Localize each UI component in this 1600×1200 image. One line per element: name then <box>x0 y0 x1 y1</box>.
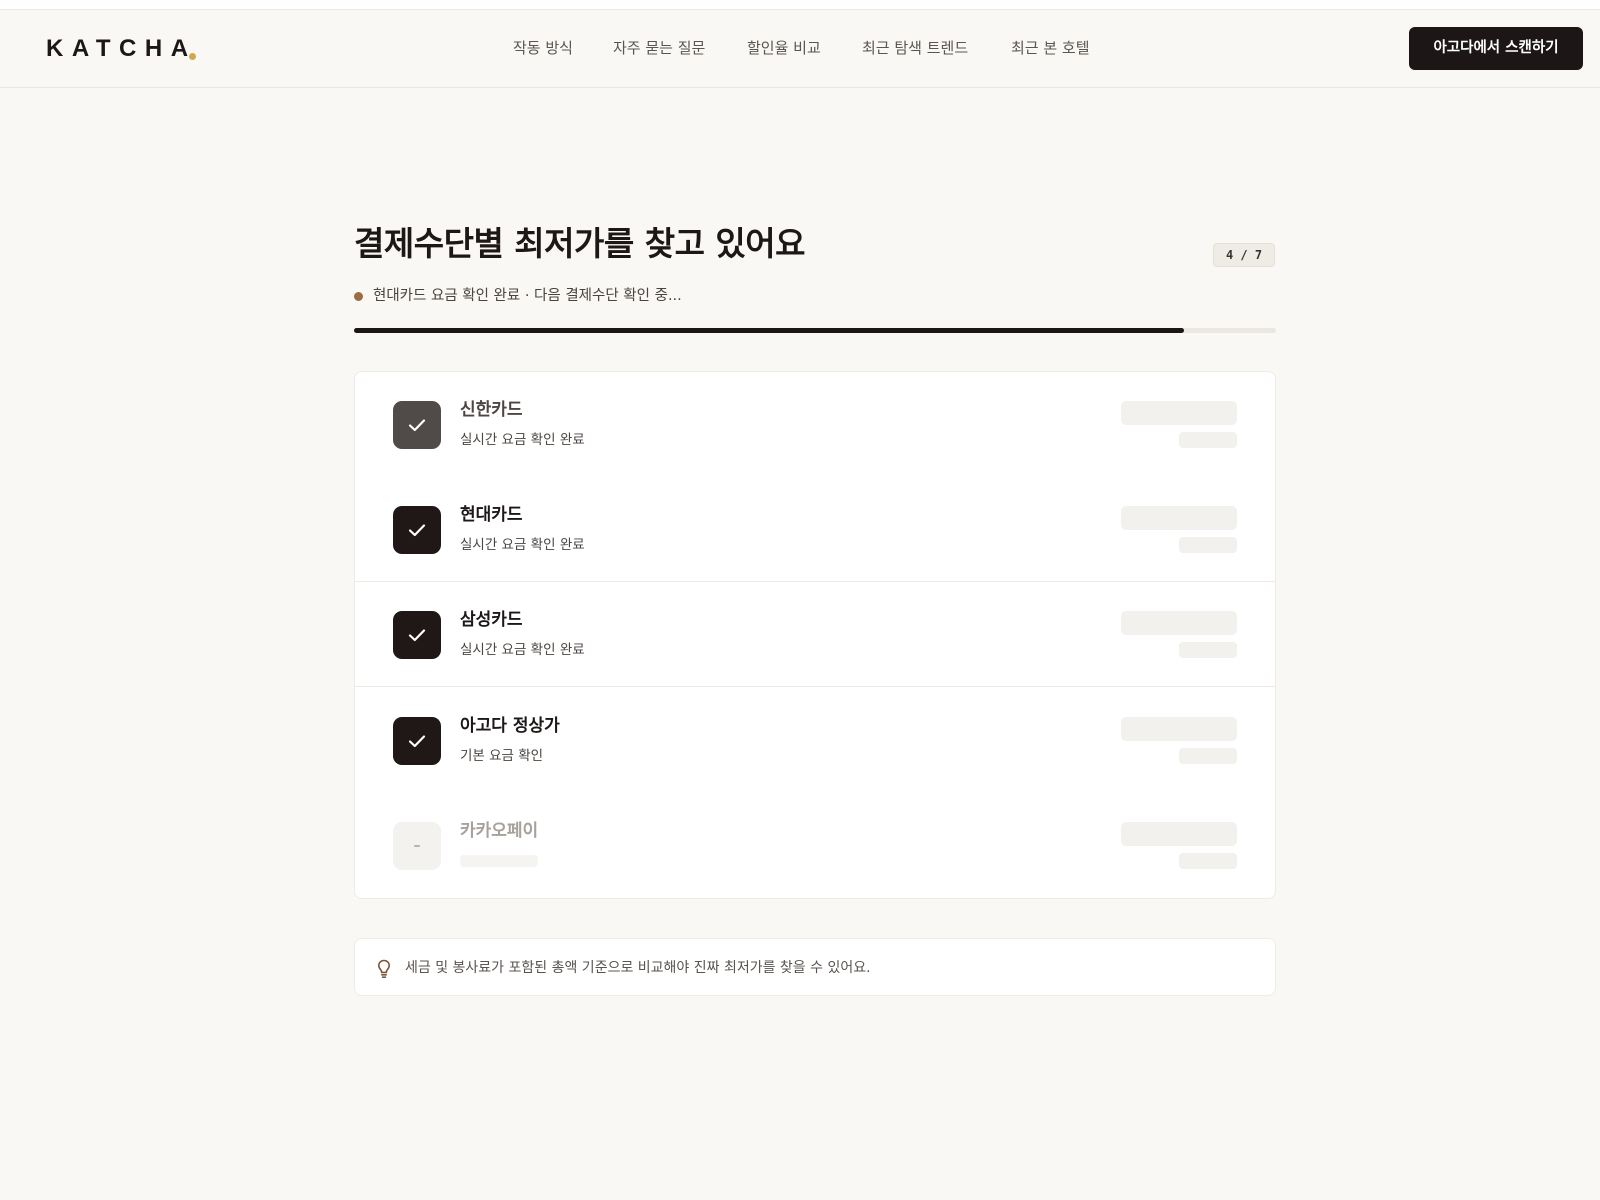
method-name: 신한카드 <box>460 400 523 420</box>
price-skeleton <box>1121 401 1237 425</box>
method-row-kakaopay: 카카오페이 <box>355 793 1275 898</box>
price-skeleton <box>1121 611 1237 635</box>
method-name: 카카오페이 <box>460 821 539 841</box>
check-icon <box>393 401 441 449</box>
method-name: 현대카드 <box>460 505 523 525</box>
pending-dash-icon <box>393 822 441 870</box>
check-icon <box>393 611 441 659</box>
check-icon <box>393 717 441 765</box>
nav-discount-compare[interactable]: 할인율 비교 <box>747 37 821 59</box>
nav-faq[interactable]: 자주 묻는 질문 <box>613 37 705 59</box>
tip-text: 세금 및 봉사료가 포함된 총액 기준으로 비교해야 진짜 최저가를 찾을 수 … <box>405 960 871 976</box>
method-row-hyundai: 현대카드 실시간 요금 확인 완료 <box>355 477 1275 582</box>
logo-dot <box>189 53 196 60</box>
price-skeleton <box>1121 822 1237 846</box>
katcha-logo[interactable]: KATCHA <box>46 36 197 62</box>
method-status: 기본 요금 확인 <box>460 748 544 764</box>
nav-how-it-works[interactable]: 작동 방식 <box>513 37 573 59</box>
price-skeleton <box>1121 717 1237 741</box>
check-icon <box>393 506 441 554</box>
progress-bar <box>354 328 1276 333</box>
payment-method-list: 신한카드 실시간 요금 확인 완료 현대카드 실시간 요금 확인 완료 삼성카드… <box>354 371 1276 899</box>
step-counter: 4 / 7 <box>1213 243 1275 267</box>
status-text: 현대카드 요금 확인 완료 · 다음 결제수단 확인 중... <box>373 288 682 304</box>
scan-agoda-button[interactable]: 아고다에서 스캔하기 <box>1409 27 1583 70</box>
method-row-shinhan: 신한카드 실시간 요금 확인 완료 <box>355 372 1275 477</box>
price-skeleton <box>1121 506 1237 530</box>
price-skeleton-small <box>1179 853 1237 869</box>
lightbulb-icon <box>378 959 390 978</box>
method-row-agoda: 아고다 정상가 기본 요금 확인 <box>355 688 1275 793</box>
tip-box: 세금 및 봉사료가 포함된 총액 기준으로 비교해야 진짜 최저가를 찾을 수 … <box>354 938 1276 996</box>
page-title: 결제수단별 최저가를 찾고 있어요 <box>354 224 806 263</box>
top-border <box>0 0 1600 10</box>
price-skeleton-small <box>1179 748 1237 764</box>
method-row-samsung: 삼성카드 실시간 요금 확인 완료 <box>355 582 1275 687</box>
nav-recent-hotels[interactable]: 최근 본 호텔 <box>1011 37 1090 59</box>
method-name: 아고다 정상가 <box>460 716 560 736</box>
progress-fill <box>354 328 1184 333</box>
method-status: 실시간 요금 확인 완료 <box>460 642 585 658</box>
method-status: 실시간 요금 확인 완료 <box>460 537 585 553</box>
method-status: 실시간 요금 확인 완료 <box>460 432 585 448</box>
price-skeleton-small <box>1179 642 1237 658</box>
status-dot-icon <box>354 292 363 301</box>
method-name: 삼성카드 <box>460 610 523 630</box>
price-skeleton-small <box>1179 537 1237 553</box>
nav-search-trends[interactable]: 최근 탐색 트렌드 <box>862 37 968 59</box>
status-skeleton <box>460 855 538 867</box>
price-skeleton-small <box>1179 432 1237 448</box>
site-header: KATCHA 작동 방식 자주 묻는 질문 할인율 비교 최근 탐색 트렌드 최… <box>0 10 1600 88</box>
